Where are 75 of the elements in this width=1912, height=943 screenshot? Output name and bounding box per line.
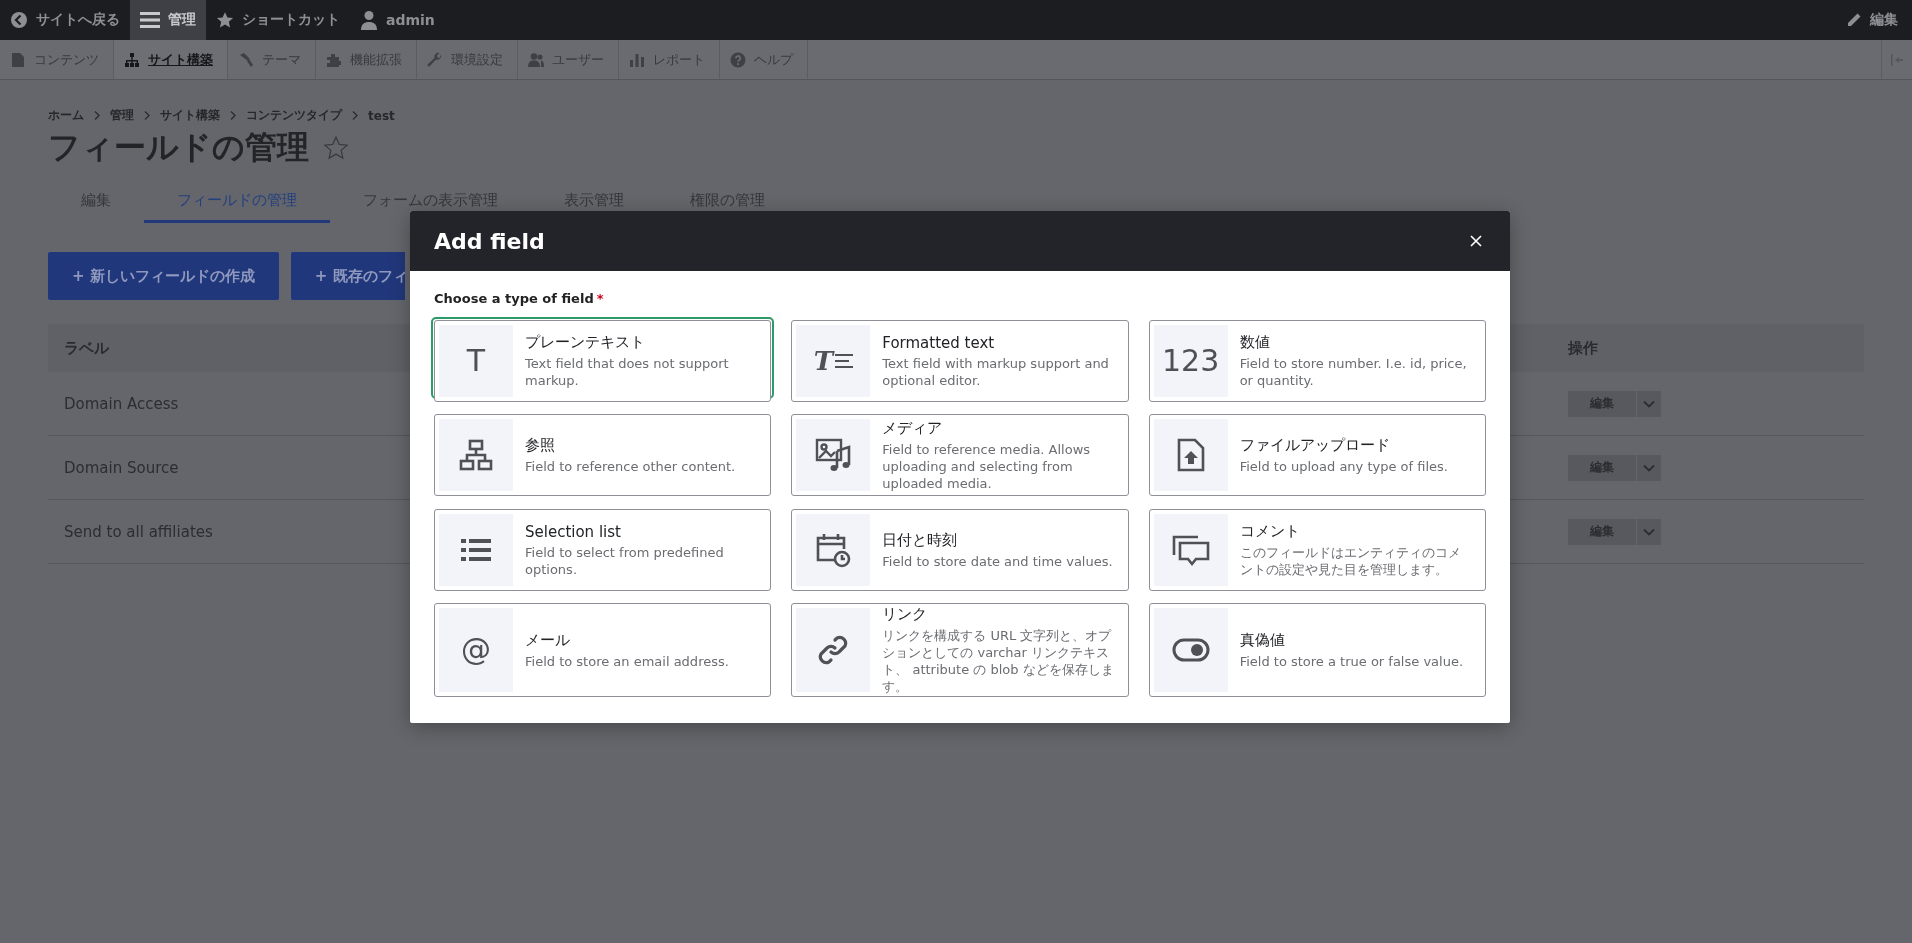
field-type-card[interactable]: 日付と時刻 Field to store date and time values.	[788, 506, 1132, 588]
sitemap-icon	[124, 51, 140, 68]
pencil-icon	[1846, 12, 1862, 28]
menu-icon	[140, 11, 160, 29]
list-icon	[461, 538, 491, 562]
action-button[interactable]: + 既存のフィ	[290, 252, 405, 300]
field-type-title: ファイルアップロード	[1239, 435, 1391, 455]
field-type-title: 真偽値	[1239, 630, 1286, 650]
required-mark: *	[596, 291, 604, 306]
dropdown-toggle[interactable]	[1637, 518, 1661, 545]
people-icon	[528, 51, 544, 68]
user-icon	[360, 10, 378, 30]
toolbar-tab[interactable]: 管理	[130, 0, 206, 40]
toggle-icon	[1171, 638, 1210, 662]
action-button[interactable]: + 新しいフィールドの作成	[48, 252, 279, 300]
image-music-icon	[815, 437, 852, 473]
field-type-description: Field to reference other content.	[525, 457, 736, 475]
field-type-title: 参照	[525, 435, 556, 455]
breadcrumb-link[interactable]: test	[368, 108, 395, 123]
field-type-card[interactable]: メディア Field to reference media. Allows uploading and selecting from uploaded media.	[788, 411, 1132, 494]
page-title: フィールドの管理	[48, 127, 309, 168]
hierarchy-icon	[459, 439, 493, 471]
field-type-description: リンクを構成する URL 文字列と、オプションとしての varchar リンクテキスト、 attribute の blob などを保存します。	[882, 627, 1115, 695]
star-outline-icon[interactable]	[323, 135, 349, 161]
lines-drawing	[835, 352, 853, 370]
field-type-title: メディア	[882, 418, 944, 438]
brush-icon	[238, 51, 254, 68]
field-type-description: Field to upload any type of files.	[1239, 457, 1448, 475]
field-type-card[interactable]: T Formatted text Text field with markup support and optional editor.	[788, 317, 1132, 399]
help-icon	[730, 51, 746, 68]
dropdown-toggle[interactable]	[1637, 454, 1661, 481]
puzzle-icon	[326, 51, 342, 68]
formatted-text-icon: T	[813, 348, 853, 374]
field-type-description: Field to reference media. Allows uploading and selecting from uploaded media.	[882, 440, 1092, 492]
chevron-icon	[144, 111, 150, 120]
calendar-clock-icon	[815, 532, 852, 568]
toolbar-tab[interactable]: サイトへ戻る	[0, 0, 130, 40]
star-icon	[216, 11, 234, 29]
type-glyph-icon: @	[461, 635, 491, 665]
field-type-description: Field to store a true or false value.	[1239, 652, 1464, 670]
field-type-title: Formatted text	[882, 333, 996, 352]
breadcrumb-link[interactable]: コンテンツタイプ	[246, 107, 342, 124]
dialog-title: Add field	[434, 228, 545, 254]
breadcrumb-link[interactable]: サイト構築	[160, 107, 220, 124]
caret-icon	[1643, 399, 1655, 408]
field-type-title: リンク	[882, 605, 929, 624]
field-type-title: コメント	[1239, 522, 1301, 541]
field-type-title: プレーンテキスト	[525, 333, 646, 352]
document-icon	[10, 51, 26, 68]
caret-icon	[1643, 463, 1655, 472]
field-type-title: Selection list	[525, 522, 622, 541]
chevron-icon	[352, 111, 358, 120]
field-type-title: メール	[525, 630, 571, 650]
chevron-icon	[94, 111, 100, 120]
dropdown-toggle[interactable]	[1637, 390, 1661, 417]
caret-icon	[1643, 527, 1655, 536]
field-label: Choose a type of field	[434, 291, 594, 306]
field-type-card[interactable]: T プレーンテキスト Text field that does not support markup.	[431, 317, 775, 399]
admin-menu-item[interactable]: サイト構築	[114, 40, 228, 79]
toolbar-tab[interactable]: ショートカット	[206, 0, 350, 40]
link-icon	[817, 634, 850, 666]
file-upload-icon	[1176, 438, 1205, 472]
toolbar-tab[interactable]: admin	[350, 0, 445, 40]
edit-button[interactable]: 編集	[1836, 0, 1912, 40]
bar-chart-icon	[629, 51, 645, 68]
field-type-description: Field to store an email address.	[525, 652, 729, 670]
field-type-title: 日付と時刻	[882, 530, 959, 550]
chevron-icon	[230, 111, 236, 120]
breadcrumb-link[interactable]: 管理	[110, 107, 134, 124]
close-icon	[1470, 235, 1482, 247]
field-type-card[interactable]: リンク リンクを構成する URL 文字列と、オプションとしての varchar リンクテキスト、 attribute の blob などを保存します。	[788, 600, 1132, 700]
wrench-icon	[427, 51, 443, 68]
breadcrumb-link[interactable]: ホーム	[48, 107, 84, 124]
field-type-title: 数値	[1239, 333, 1271, 352]
comment-icon	[1171, 533, 1210, 567]
